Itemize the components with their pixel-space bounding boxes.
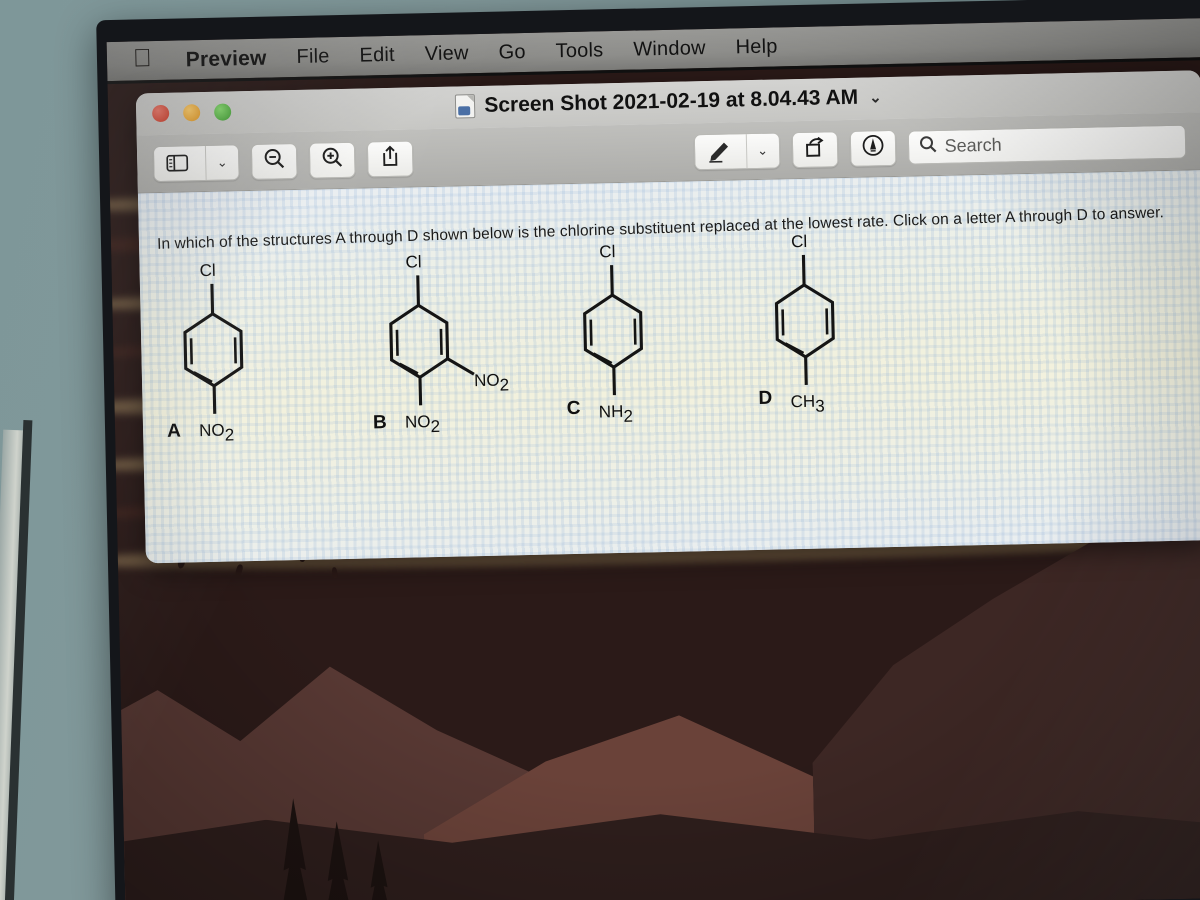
document-page: In which of the structures A through D s… [137,170,1200,564]
structure-b-side-label: NO2 [474,370,509,395]
zoom-out-button[interactable] [250,142,298,180]
preview-window: Screen Shot 2021-02-19 at 8.04.43 AM ⌄ ⌄… [135,70,1200,564]
screen:  Preview File Edit View Go Tools Window… [106,17,1200,900]
annotate-circle-icon [860,133,885,163]
menu-item-file[interactable]: File [296,45,330,69]
menu-item-edit[interactable]: Edit [359,44,395,68]
menu-item-preview[interactable]: Preview [186,46,267,72]
structure-c-letter: C [566,398,580,419]
search-placeholder: Search [944,134,1002,156]
menu-item-go[interactable]: Go [498,41,526,65]
structure-b-top-label: Cl [405,252,421,271]
chevron-down-icon[interactable]: ⌄ [204,144,239,180]
toolbar-spacer [425,152,681,158]
share-button[interactable] [366,139,414,177]
structure-b-bottom-label: NO2 [405,412,440,437]
apple-logo-icon[interactable]:  [133,44,152,72]
markup-button[interactable]: ⌄ [693,131,781,170]
monitor-bezel:  Preview File Edit View Go Tools Window… [96,0,1200,900]
share-icon [380,145,401,172]
structure-c[interactable]: Cl NH2 C [561,232,756,451]
rotate-left-icon [803,135,826,162]
structure-a[interactable]: Cl NO2 A [161,251,356,470]
menu-item-view[interactable]: View [425,42,469,66]
structure-a-bottom-label: NO2 [199,420,234,445]
menu-item-tools[interactable]: Tools [555,39,603,63]
structure-row: Cl NO2 A Cl NO2 NO2 B Cl NH2 C Cl CH3 D [149,232,1194,496]
zoom-out-icon [263,147,286,174]
menu-item-help[interactable]: Help [735,35,777,59]
structure-d-letter: D [758,388,772,409]
chevron-down-icon[interactable]: ⌄ [869,88,882,106]
structure-b[interactable]: Cl NO2 NO2 B [367,242,562,461]
markup-pen-icon [694,134,741,169]
annotate-button[interactable] [849,129,896,167]
zoom-in-button[interactable] [308,141,356,179]
photo-of-monitor:  Preview File Edit View Go Tools Window… [0,0,1200,900]
search-field[interactable]: Search [907,124,1187,165]
structure-c-bottom-label: NH2 [599,402,634,427]
window-title-text: Screen Shot 2021-02-19 at 8.04.43 AM [484,85,859,117]
structure-a-letter: A [167,421,181,442]
sidebar-toggle-button[interactable]: ⌄ [152,143,240,182]
search-icon [918,135,936,158]
structure-a-top-label: Cl [199,261,215,280]
structure-c-top-label: Cl [599,242,615,261]
rotate-button[interactable] [791,130,839,168]
structure-d-bottom-label: CH3 [790,392,825,417]
document-icon [455,94,476,119]
structure-b-letter: B [373,412,387,433]
menu-item-window[interactable]: Window [633,37,706,62]
sidebar-icon [154,146,201,181]
zoom-in-icon [321,146,344,173]
structure-d-top-label: Cl [791,232,807,251]
structure-d[interactable]: Cl CH3 D [753,222,948,441]
chevron-down-icon[interactable]: ⌄ [745,132,779,168]
